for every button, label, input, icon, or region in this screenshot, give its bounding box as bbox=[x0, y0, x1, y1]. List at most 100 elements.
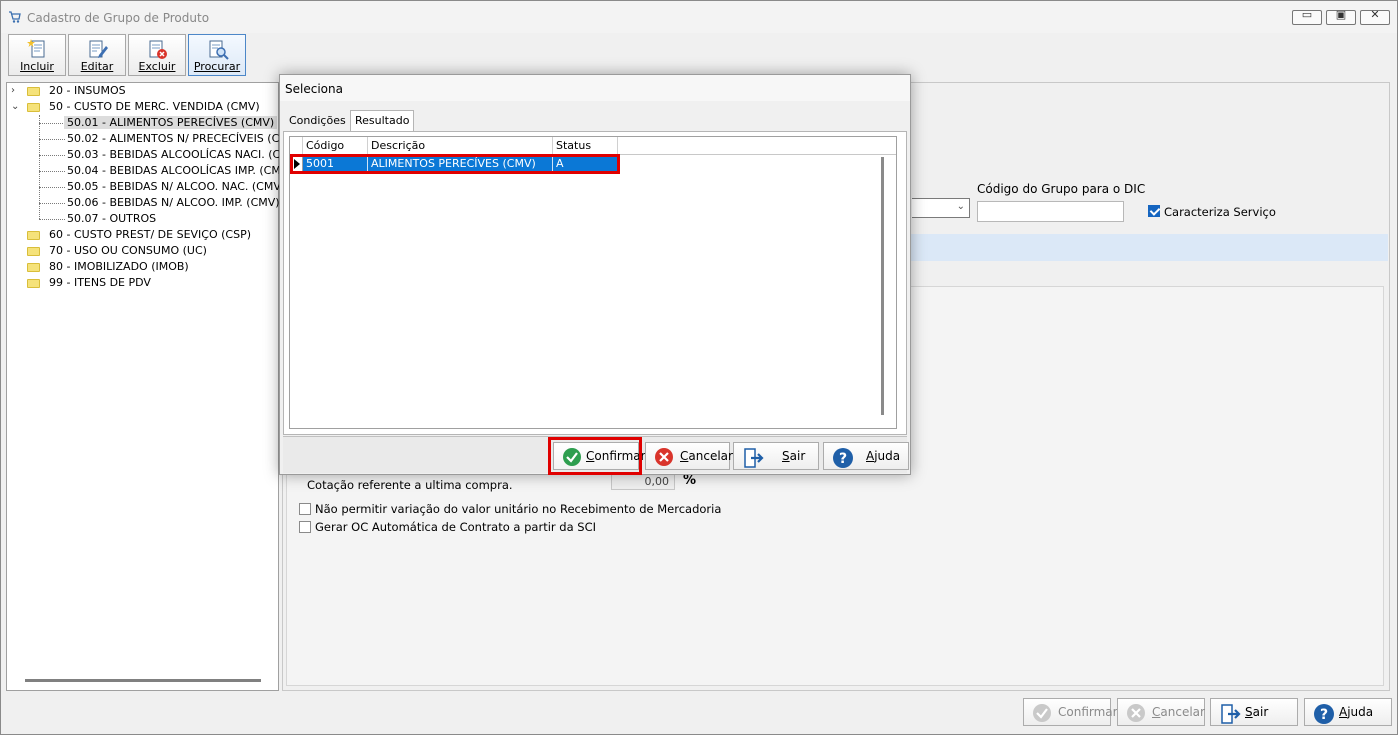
result-grid[interactable]: Código Descrição Status 5001 ALIMENTOS P… bbox=[289, 136, 897, 429]
window-title: Cadastro de Grupo de Produto bbox=[27, 11, 210, 25]
check-icon bbox=[1033, 704, 1051, 722]
vertical-scrollbar[interactable] bbox=[881, 157, 884, 415]
svg-text:?: ? bbox=[839, 451, 847, 467]
tree-item-label: 50 - CUSTO DE MERC. VENDIDA (CMV) bbox=[49, 100, 260, 113]
footer-sair-button[interactable]: Sair bbox=[1210, 698, 1298, 726]
footer-ajuda-button[interactable]: ? Ajuda bbox=[1304, 698, 1392, 726]
cotacao-label: Cotação referente a ultima compra. bbox=[307, 478, 513, 492]
tree-item-5006[interactable]: 50.06 - BEBIDAS N/ ALCOO. IMP. (CMV) bbox=[67, 195, 280, 211]
gerar-oc-checkbox[interactable] bbox=[299, 521, 311, 533]
caracteriza-servico-label: Caracteriza Serviço bbox=[1164, 205, 1276, 219]
expand-icon[interactable]: › bbox=[11, 83, 15, 99]
dialog-sair-button[interactable]: Sair bbox=[733, 442, 819, 470]
dialog-title-bar: Seleciona bbox=[280, 75, 910, 101]
folder-icon bbox=[27, 231, 40, 240]
folder-icon bbox=[27, 87, 40, 96]
tree-item-label: 50.03 - BEBIDAS ALCOOLÍCAS NACI. (CMV bbox=[67, 148, 298, 161]
resultado-tab-panel: Código Descrição Status 5001 ALIMENTOS P… bbox=[283, 131, 907, 435]
tree-item-5003[interactable]: 50.03 - BEBIDAS ALCOOLÍCAS NACI. (CMV bbox=[67, 147, 297, 163]
group-tree[interactable]: › 20 - INSUMOS ⌄ 50 - CUSTO DE MERC. VEN… bbox=[6, 82, 297, 691]
tree-item-label: 20 - INSUMOS bbox=[49, 84, 126, 97]
row-highlight-annotation bbox=[290, 154, 620, 174]
tree-item-label: 70 - USO OU CONSUMO (UC) bbox=[49, 244, 207, 257]
column-header-descricao[interactable]: Descrição bbox=[368, 137, 553, 155]
folder-icon bbox=[27, 247, 40, 256]
delete-document-icon bbox=[149, 40, 167, 59]
tree-item-5001[interactable]: 50.01 - ALIMENTOS PERECÍVES (CMV) bbox=[64, 115, 278, 131]
excluir-button[interactable]: Excluir bbox=[128, 34, 186, 76]
tree-item-label: 50.01 - ALIMENTOS PERECÍVES (CMV) bbox=[64, 116, 278, 129]
folder-icon bbox=[27, 279, 40, 288]
dic-input[interactable] bbox=[977, 201, 1124, 222]
folder-icon bbox=[27, 263, 40, 272]
restore-button[interactable]: ▣ bbox=[1326, 8, 1356, 25]
cart-icon bbox=[9, 11, 21, 23]
grid-header: Código Descrição Status bbox=[290, 137, 896, 155]
folder-open-icon bbox=[27, 103, 40, 112]
incluir-button[interactable]: Incluir bbox=[8, 34, 66, 76]
tree-connector bbox=[39, 187, 65, 188]
tree-item-5007[interactable]: 50.07 - OUTROS bbox=[67, 211, 156, 227]
caracteriza-servico-checkbox[interactable] bbox=[1148, 205, 1160, 217]
tree-item-label: 80 - IMOBILIZADO (IMOB) bbox=[49, 260, 189, 273]
tree-connector bbox=[39, 171, 65, 172]
procurar-button[interactable]: Procurar bbox=[188, 34, 246, 76]
new-document-icon bbox=[27, 39, 45, 58]
horizontal-scrollbar[interactable] bbox=[25, 679, 261, 682]
tree-item-5002[interactable]: 50.02 - ALIMENTOS N/ PRECECÍVEIS (CMV bbox=[67, 131, 296, 147]
restore-icon: ▣ bbox=[1335, 8, 1347, 21]
exit-door-icon bbox=[1221, 704, 1241, 724]
tree-item-label: 50.06 - BEBIDAS N/ ALCOO. IMP. (CMV) bbox=[67, 196, 280, 209]
cancel-icon bbox=[655, 448, 673, 466]
tree-item-5004[interactable]: 50.04 - BEBIDAS ALCOOLÍCAS IMP. (CMV) bbox=[67, 163, 293, 179]
minimize-icon: ▭ bbox=[1301, 8, 1313, 21]
collapse-icon[interactable]: ⌄ bbox=[11, 99, 19, 115]
help-icon: ? bbox=[833, 448, 853, 468]
tree-connector bbox=[39, 139, 65, 140]
footer-cancelar-button[interactable]: Cancelar bbox=[1117, 698, 1205, 726]
row-indicator-header bbox=[290, 137, 303, 155]
cancel-icon bbox=[1127, 704, 1145, 722]
tree-item-label: 50.05 - BEBIDAS N/ ALCOO. NAC. (CMV) bbox=[67, 180, 286, 193]
percent-unit: % bbox=[683, 473, 697, 488]
tab-condicoes[interactable]: Condições bbox=[285, 111, 350, 131]
editar-button[interactable]: Editar bbox=[68, 34, 126, 76]
dialog-footer: Confirmar Cancelar Sair ? Ajuda bbox=[283, 436, 909, 475]
footer-confirmar-button[interactable]: Confirmar bbox=[1023, 698, 1118, 726]
tree-connector bbox=[39, 155, 65, 156]
procurar-label: Procurar bbox=[193, 60, 241, 73]
tab-resultado[interactable]: Resultado bbox=[350, 110, 415, 132]
column-header-codigo[interactable]: Código bbox=[303, 137, 368, 155]
dialog-cancelar-button[interactable]: Cancelar bbox=[645, 442, 733, 470]
close-window-button[interactable]: ✕ bbox=[1360, 8, 1390, 25]
dialog-ajuda-button[interactable]: ? Ajuda bbox=[823, 442, 909, 470]
confirmar-highlight-annotation bbox=[548, 437, 642, 475]
footer-confirmar-label: Confirmar bbox=[1058, 705, 1118, 719]
footer-ajuda-label: Ajuda bbox=[1339, 705, 1374, 719]
tree-connector bbox=[39, 219, 65, 220]
nao-permitir-label: Não permitir variação do valor unitário … bbox=[315, 502, 722, 516]
tree-item-5005[interactable]: 50.05 - BEBIDAS N/ ALCOO. NAC. (CMV) bbox=[67, 179, 285, 195]
group-type-dropdown[interactable]: ⌄ bbox=[912, 198, 970, 218]
column-header-status[interactable]: Status bbox=[553, 137, 618, 155]
tree-item-label: 99 - ITENS DE PDV bbox=[49, 276, 151, 289]
chevron-down-icon: ⌄ bbox=[956, 201, 965, 212]
tree-connector bbox=[39, 123, 65, 124]
dialog-ajuda-label: Ajuda bbox=[866, 449, 901, 463]
search-document-icon bbox=[209, 40, 229, 60]
tree-connector bbox=[39, 203, 65, 204]
help-icon: ? bbox=[1314, 704, 1334, 724]
footer-cancelar-label: Cancelar bbox=[1152, 705, 1205, 719]
close-icon: ✕ bbox=[1370, 8, 1380, 21]
tree-item-label: 50.02 - ALIMENTOS N/ PRECECÍVEIS (CMV bbox=[67, 132, 297, 145]
editar-label: Editar bbox=[80, 60, 114, 73]
dialog-sair-label: Sair bbox=[782, 449, 806, 463]
incluir-label: Incluir bbox=[20, 60, 54, 73]
gerar-oc-label: Gerar OC Automática de Contrato a partir… bbox=[315, 520, 597, 534]
minimize-button[interactable]: ▭ bbox=[1292, 8, 1322, 25]
tree-item-label: 60 - CUSTO PREST/ DE SEVIÇO (CSP) bbox=[49, 228, 252, 241]
footer-sair-label: Sair bbox=[1245, 705, 1269, 719]
exit-door-icon bbox=[744, 448, 764, 468]
seleciona-dialog: Seleciona Condições Resultado Código Des… bbox=[279, 74, 911, 475]
nao-permitir-checkbox[interactable] bbox=[299, 503, 311, 515]
